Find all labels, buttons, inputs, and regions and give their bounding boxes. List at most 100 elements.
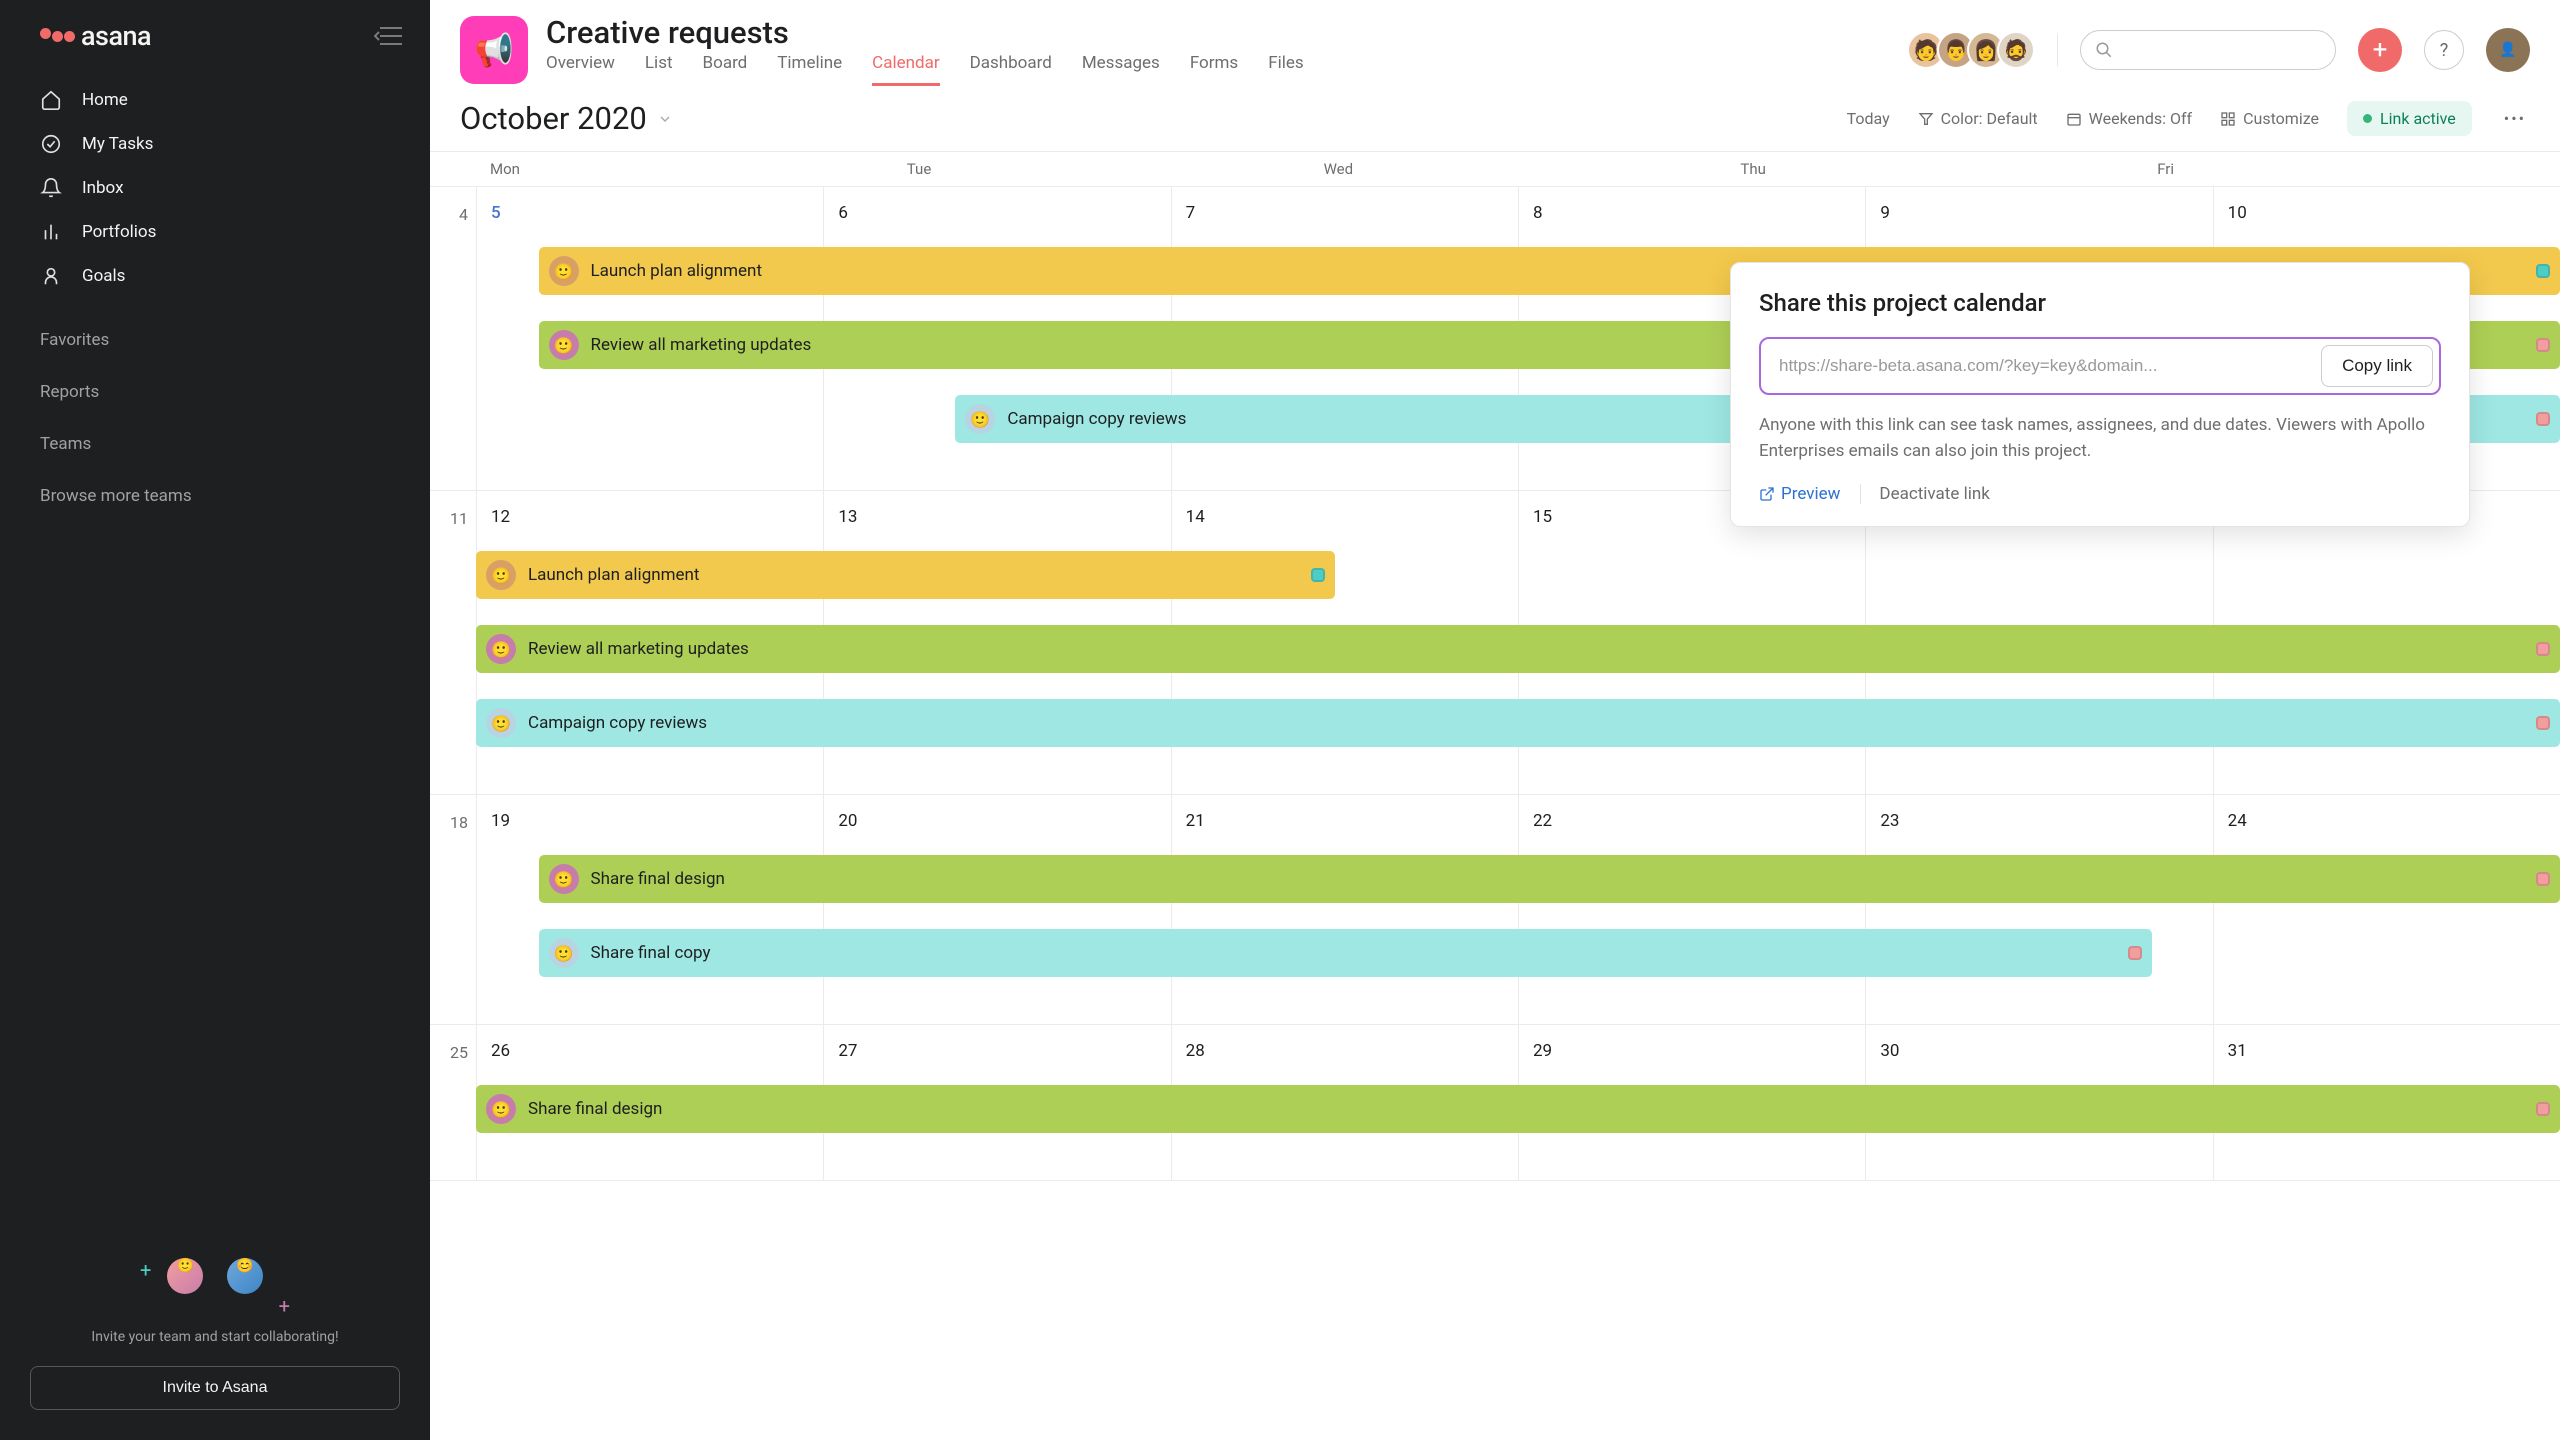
search-input[interactable]	[2080, 30, 2336, 70]
task-label: Launch plan alignment	[591, 261, 763, 281]
day-number: 13	[838, 507, 1156, 527]
nav-portfolios[interactable]: Portfolios	[0, 210, 430, 254]
section-browse-more-teams[interactable]: Browse more teams	[0, 464, 430, 516]
day-header: Fri	[2143, 152, 2560, 186]
day-number: 7	[1186, 203, 1504, 223]
tab-forms[interactable]: Forms	[1190, 53, 1238, 86]
project-header: 📢 Creative requests Overview List Board Tim…	[430, 0, 2560, 86]
popover-description: Anyone with this link can see task names…	[1759, 413, 2441, 464]
week-number: 25	[430, 1025, 476, 1180]
day-cell[interactable]: 21	[1171, 795, 1518, 1024]
nav-goals[interactable]: Goals	[0, 254, 430, 298]
task-bar[interactable]: 🙂 Share final design	[476, 1085, 2560, 1133]
assignee-avatar: 🙂	[965, 404, 995, 434]
help-button[interactable]: ?	[2424, 30, 2464, 70]
nav-my-tasks[interactable]: My Tasks	[0, 122, 430, 166]
tab-calendar[interactable]: Calendar	[872, 53, 939, 86]
project-icon[interactable]: 📢	[460, 16, 528, 84]
grid-icon	[2220, 111, 2236, 127]
sidebar-toggle-icon[interactable]	[374, 25, 402, 47]
task-label: Launch plan alignment	[528, 565, 700, 585]
day-number: 12	[491, 507, 809, 527]
day-number: 30	[1880, 1041, 2198, 1061]
day-header: Thu	[1726, 152, 2143, 186]
assignee-avatar: 🙂	[486, 560, 516, 590]
assignee-avatar: 🙂	[486, 634, 516, 664]
invite-text: Invite your team and start collaborating…	[20, 1328, 410, 1348]
project-members[interactable]: 🧑 👨 👩 🧔	[1915, 31, 2035, 69]
tab-timeline[interactable]: Timeline	[777, 53, 842, 86]
day-number: 28	[1186, 1041, 1504, 1061]
nav-inbox[interactable]: Inbox	[0, 166, 430, 210]
task-tag	[2536, 872, 2550, 886]
current-user-avatar[interactable]: 👤	[2486, 28, 2530, 72]
project-title: Creative requests	[546, 14, 1304, 51]
day-number: 10	[2228, 203, 2546, 223]
nav-home[interactable]: Home	[0, 78, 430, 122]
share-link-row: Copy link	[1759, 337, 2441, 395]
external-link-icon	[1759, 486, 1775, 502]
assignee-avatar: 🙂	[549, 330, 579, 360]
day-cell[interactable]: 19	[476, 795, 823, 1024]
day-header: Tue	[893, 152, 1310, 186]
task-bar[interactable]: 🙂 Launch plan alignment	[476, 551, 1335, 599]
day-number: 6	[838, 203, 1156, 223]
day-cell[interactable]: 23	[1865, 795, 2212, 1024]
task-bar[interactable]: 🙂 Review all marketing updates	[476, 625, 2560, 673]
assignee-avatar: 🙂	[486, 1094, 516, 1124]
global-add-button[interactable]: +	[2358, 28, 2402, 72]
color-selector[interactable]: Color: Default	[1918, 109, 2038, 128]
tab-files[interactable]: Files	[1268, 53, 1303, 86]
tab-dashboard[interactable]: Dashboard	[970, 53, 1052, 86]
day-number: 9	[1880, 203, 2198, 223]
tab-board[interactable]: Board	[703, 53, 748, 86]
search-icon	[2095, 41, 2113, 59]
customize-button[interactable]: Customize	[2220, 109, 2319, 128]
preview-link[interactable]: Preview	[1759, 484, 1840, 504]
link-active-button[interactable]: Link active	[2347, 101, 2472, 136]
more-menu[interactable]: •••	[2500, 109, 2530, 128]
day-cell[interactable]: 24	[2213, 795, 2560, 1024]
week-number: 4	[430, 187, 476, 490]
filter-icon	[1918, 111, 1934, 127]
task-label: Campaign copy reviews	[1007, 409, 1186, 429]
assignee-avatar: 🙂	[549, 938, 579, 968]
today-button[interactable]: Today	[1847, 109, 1890, 128]
chevron-down-icon	[657, 111, 673, 127]
day-number: 23	[1880, 811, 2198, 831]
task-bar[interactable]: 🙂 Share final copy	[539, 929, 2152, 977]
month-label: October 2020	[460, 100, 647, 137]
day-number: 14	[1186, 507, 1504, 527]
tab-messages[interactable]: Messages	[1082, 53, 1160, 86]
task-label: Review all marketing updates	[591, 335, 812, 355]
section-teams[interactable]: Teams	[0, 412, 430, 464]
tab-list[interactable]: List	[645, 53, 673, 86]
section-reports[interactable]: Reports	[0, 360, 430, 412]
task-label: Review all marketing updates	[528, 639, 749, 659]
day-cell[interactable]: 22	[1518, 795, 1865, 1024]
task-tag	[2536, 716, 2550, 730]
sidebar: asana HomeMy TasksInboxPortfoliosGoals F…	[0, 0, 430, 1440]
invite-button[interactable]: Invite to Asana	[30, 1366, 401, 1410]
deactivate-link[interactable]: Deactivate link	[1860, 484, 1989, 504]
task-label: Campaign copy reviews	[528, 713, 707, 733]
day-number: 26	[491, 1041, 809, 1061]
day-cell[interactable]: 20	[823, 795, 1170, 1024]
day-number: 27	[838, 1041, 1156, 1061]
month-selector[interactable]: October 2020	[460, 100, 673, 137]
share-link-input[interactable]	[1767, 345, 2321, 387]
day-number: 31	[2228, 1041, 2546, 1061]
logo-icon	[40, 31, 75, 42]
tab-overview[interactable]: Overview	[546, 53, 615, 86]
day-number: 29	[1533, 1041, 1851, 1061]
day-number: 22	[1533, 811, 1851, 831]
logo[interactable]: asana	[40, 20, 151, 52]
section-favorites[interactable]: Favorites	[0, 308, 430, 360]
task-label: Share final design	[528, 1099, 662, 1119]
divider	[2057, 34, 2058, 66]
task-bar[interactable]: 🙂Share final design	[539, 855, 2560, 903]
weekends-toggle[interactable]: Weekends: Off	[2066, 109, 2192, 128]
task-label: Share final copy	[591, 943, 711, 963]
copy-link-button[interactable]: Copy link	[2321, 345, 2433, 387]
task-bar[interactable]: 🙂Campaign copy reviews	[476, 699, 2560, 747]
